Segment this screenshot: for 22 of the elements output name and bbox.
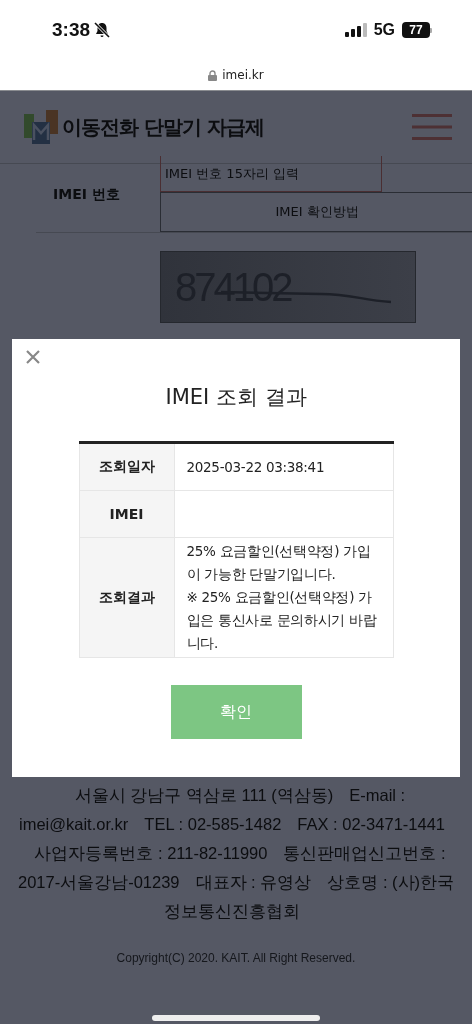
- close-icon[interactable]: [26, 350, 40, 364]
- url-text[interactable]: imei.kr: [222, 68, 264, 82]
- imei-input-field[interactable]: IMEI 번호 15자리 입력: [160, 156, 382, 192]
- dialog-title: IMEI 조회 결과: [165, 384, 307, 411]
- row-value: 25% 요금할인(선택약정) 가입이 가능한 단말기입니다. ※ 25% 요금할인(선택약정) 가입은 통신사로 문의하시기 바랍니다.: [174, 537, 393, 658]
- lock-icon: [208, 69, 218, 81]
- footer-info: 서울시 강남구 역삼로 111 (역삼동) E-mail : imei@kait.or.kr TEL : 02-585-1482 FAX : 02-3471-1441 사업자등록번호 : 211-82-11990 통신판매업신고번호 : 2017-서울강남-01239 대표자 : 유영상 상호명 : (사)한국정보통신진흥협회: [16, 785, 456, 922]
- status-time: 3:38: [52, 19, 91, 41]
- confirm-button[interactable]: 확인: [170, 685, 302, 739]
- network-label: 5G: [373, 21, 395, 39]
- signal-icon: [344, 23, 367, 37]
- row-label: 조회결과: [79, 537, 174, 658]
- copyright-text: Copyright(C) 2020. KAIT. All Right Reserved.: [115, 951, 357, 965]
- row-value: 2025-03-22 03:38:41: [174, 442, 393, 491]
- logo-icon: [24, 110, 58, 144]
- row-label: IMEI: [79, 490, 174, 538]
- bell-slash-icon: [93, 21, 112, 39]
- battery-indicator: 77: [402, 22, 432, 38]
- imei-label: IMEI 번호: [52, 185, 121, 204]
- row-label: 조회일자: [79, 442, 174, 491]
- imei-help-button[interactable]: IMEI 확인방법: [160, 192, 472, 232]
- site-title[interactable]: 이동전화 단말기 자급제: [62, 113, 264, 141]
